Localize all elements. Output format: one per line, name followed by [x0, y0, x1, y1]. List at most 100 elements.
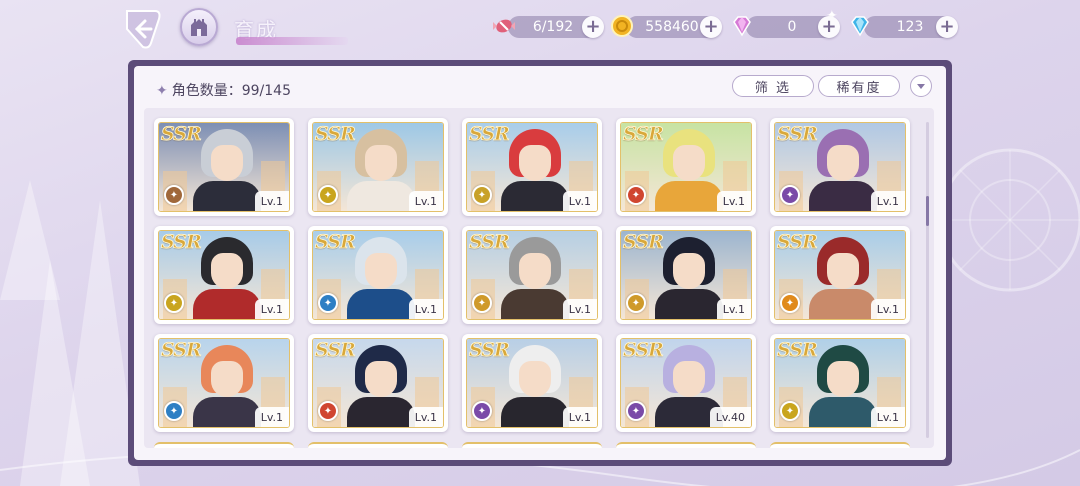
character-portrait: SSR ✦ Lv.1: [312, 230, 444, 320]
rarity-badge: SSR: [469, 231, 511, 253]
character-card-partial[interactable]: [154, 442, 294, 448]
character-card-partial[interactable]: [462, 442, 602, 448]
character-portrait: SSR ✦ Lv.1: [158, 230, 290, 320]
level-label: Lv.1: [408, 407, 443, 427]
character-grid: SSR ✦ Lv.1 SSR ✦ Lv.1 SSR ✦ Lv.1 SSR ✦ Lv.1 SSR ✦ Lv.1…: [144, 108, 934, 448]
character-card[interactable]: SSR ✦ Lv.1: [462, 334, 602, 432]
level-label: Lv.1: [254, 191, 289, 211]
add-candy-button[interactable]: +: [582, 16, 604, 38]
level-label: Lv.1: [562, 299, 597, 319]
character-portrait: SSR ✦ Lv.1: [620, 230, 752, 320]
character-face: [365, 253, 397, 289]
rarity-badge: SSR: [315, 123, 357, 145]
gold-coin-icon: [611, 15, 633, 37]
character-face: [211, 253, 243, 289]
rarity-badge: SSR: [469, 123, 511, 145]
character-card[interactable]: SSR ✦ Lv.1: [770, 334, 910, 432]
grid-scrollbar[interactable]: [926, 122, 929, 438]
shadow-element-icon: ✦: [780, 185, 800, 205]
character-body: [193, 397, 261, 427]
add-gold-button[interactable]: +: [700, 16, 722, 38]
character-card[interactable]: SSR ✦ Lv.1: [462, 226, 602, 324]
character-portrait: SSR ✦ Lv.1: [466, 230, 598, 320]
character-card[interactable]: SSR ✦ Lv.1: [154, 118, 294, 216]
level-label: Lv.1: [562, 407, 597, 427]
rarity-badge: SSR: [161, 339, 203, 361]
character-face: [827, 253, 859, 289]
level-label: Lv.1: [870, 191, 905, 211]
character-face: [365, 145, 397, 181]
add-pink-diamond-button[interactable]: +: [818, 16, 840, 38]
panel-inner: ✦ 角色数量：99/145 筛 选 稀有度 SSR ✦ Lv.1 SSR ✦ Lv.1 SSR…: [134, 66, 946, 460]
grid-scroll-thumb[interactable]: [926, 196, 929, 226]
character-card[interactable]: SSR ✦ Lv.1: [770, 226, 910, 324]
rarity-sort-button[interactable]: 稀有度: [818, 75, 900, 97]
character-card[interactable]: SSR ✦ Lv.1: [154, 226, 294, 324]
back-arrow-icon: [126, 10, 161, 49]
character-card[interactable]: SSR ✦ Lv.40: [616, 334, 756, 432]
shadow-element-icon: ✦: [472, 401, 492, 421]
sort-order-button[interactable]: [910, 75, 932, 97]
wind-element-icon: ✦: [318, 185, 338, 205]
character-face: [673, 145, 705, 181]
character-face: [827, 145, 859, 181]
earth-element-icon: ✦: [472, 293, 492, 313]
character-portrait: SSR ✦ Lv.1: [466, 338, 598, 428]
character-portrait: SSR ✦ Lv.1: [466, 122, 598, 212]
rarity-badge: SSR: [161, 123, 203, 145]
level-label: Lv.1: [254, 299, 289, 319]
level-label: Lv.1: [870, 407, 905, 427]
character-face: [673, 361, 705, 397]
character-card-partial[interactable]: [616, 442, 756, 448]
water-element-icon: ✦: [318, 293, 338, 313]
wind-element-icon: ✦: [164, 293, 184, 313]
rarity-badge: SSR: [315, 339, 357, 361]
character-body: [347, 397, 415, 427]
character-card-partial[interactable]: [770, 442, 910, 448]
character-count: ✦ 角色数量：99/145: [156, 80, 291, 100]
blue-diamond-icon: [851, 16, 869, 37]
fire-element-icon: ✦: [472, 185, 492, 205]
rarity-badge: SSR: [777, 339, 819, 361]
character-count-label: 角色数量：: [171, 83, 242, 99]
character-card[interactable]: SSR ✦ Lv.1: [770, 118, 910, 216]
character-card[interactable]: SSR ✦ Lv.1: [154, 334, 294, 432]
filter-button[interactable]: 筛 选: [732, 75, 814, 97]
character-portrait: SSR ✦ Lv.1: [774, 230, 906, 320]
rarity-badge: SSR: [161, 231, 203, 253]
character-portrait: SSR ✦ Lv.1: [774, 122, 906, 212]
level-label: Lv.1: [870, 299, 905, 319]
level-label: Lv.1: [408, 191, 443, 211]
character-portrait: SSR ✦ Lv.1: [774, 338, 906, 428]
home-button[interactable]: [180, 8, 218, 46]
character-portrait: SSR ✦ Lv.1: [620, 122, 752, 212]
character-card[interactable]: SSR ✦ Lv.1: [308, 118, 448, 216]
character-face: [519, 145, 551, 181]
rarity-badge: SSR: [777, 231, 819, 253]
chevron-down-icon: [917, 84, 925, 89]
character-card-partial[interactable]: [308, 442, 448, 448]
character-card[interactable]: SSR ✦ Lv.1: [462, 118, 602, 216]
pink-diamond-icon: [733, 16, 751, 37]
shadow-element-icon: ✦: [626, 401, 646, 421]
character-card[interactable]: SSR ✦ Lv.1: [616, 118, 756, 216]
character-face: [519, 253, 551, 289]
earth-element-icon: ✦: [626, 293, 646, 313]
level-label: Lv.40: [709, 407, 751, 427]
character-card[interactable]: SSR ✦ Lv.1: [308, 334, 448, 432]
fire-element-icon: ✦: [626, 185, 646, 205]
back-button[interactable]: [118, 6, 168, 52]
add-blue-diamond-button[interactable]: +: [936, 16, 958, 38]
fire-element-icon: ✦: [780, 293, 800, 313]
character-face: [827, 361, 859, 397]
level-label: Lv.1: [716, 191, 751, 211]
character-body: [347, 181, 415, 211]
character-body: [193, 289, 261, 319]
character-body: [501, 289, 569, 319]
character-card[interactable]: SSR ✦ Lv.1: [308, 226, 448, 324]
character-face: [673, 253, 705, 289]
character-card[interactable]: SSR ✦ Lv.1: [616, 226, 756, 324]
rarity-badge: SSR: [623, 123, 665, 145]
level-label: Lv.1: [716, 299, 751, 319]
character-portrait: SSR ✦ Lv.40: [620, 338, 752, 428]
